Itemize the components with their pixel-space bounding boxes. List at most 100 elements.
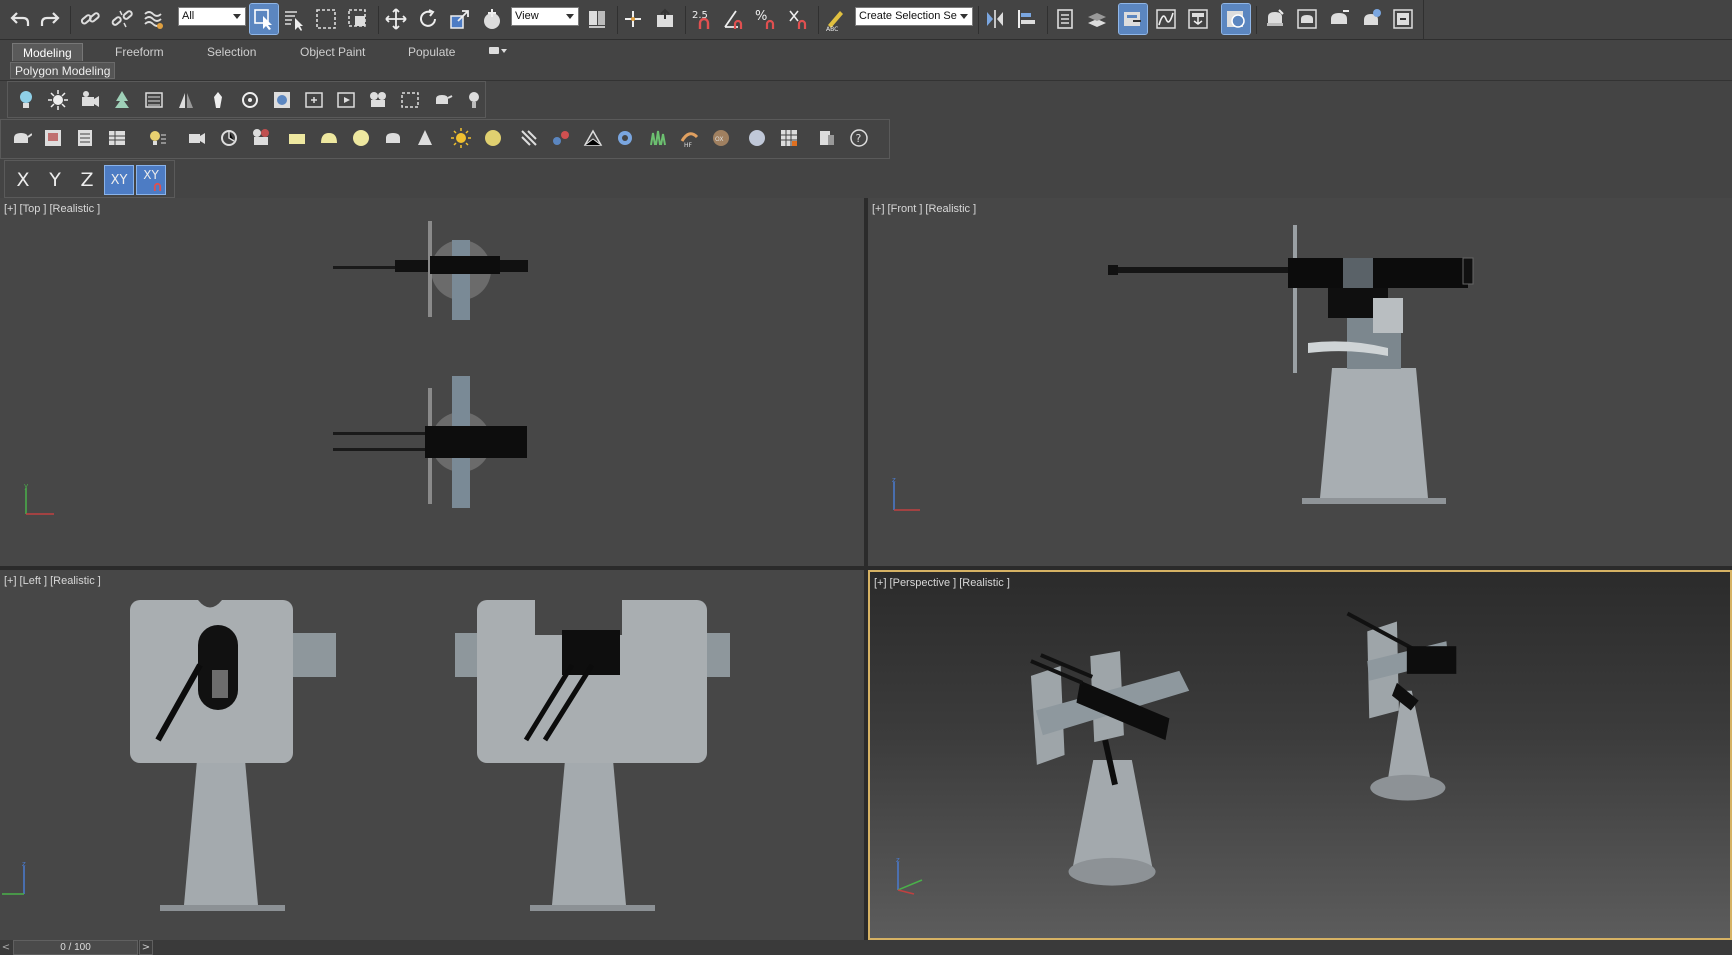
frame-icon[interactable] [300, 86, 328, 114]
film-camera-icon[interactable] [364, 86, 392, 114]
list-icon[interactable] [140, 86, 168, 114]
molecule-icon[interactable] [547, 124, 575, 152]
time-prev-button[interactable]: < [0, 940, 12, 955]
move-icon[interactable] [382, 4, 410, 34]
spinning-icon[interactable] [215, 124, 243, 152]
schematic-view-icon[interactable] [1184, 4, 1212, 34]
viewport-top[interactable]: [+] [Top ] [Realistic ] y [0, 198, 864, 566]
rendered-frame-icon[interactable] [1293, 4, 1321, 34]
light-helper-icon[interactable] [460, 86, 488, 114]
sphere-icon[interactable] [347, 124, 375, 152]
playblast-icon[interactable] [332, 86, 360, 114]
constrain-z-button[interactable]: Z [72, 165, 102, 195]
ribbon-options-icon[interactable] [487, 44, 509, 58]
viewport-front[interactable]: [+] [Front ] [Realistic ] z [868, 198, 1732, 566]
tab-populate[interactable]: Populate [398, 43, 465, 61]
reference-coord-dropdown[interactable]: View [511, 7, 579, 26]
render-setup-icon[interactable] [1261, 4, 1289, 34]
properties-icon[interactable] [813, 124, 841, 152]
camera-sequencer-icon[interactable] [183, 124, 211, 152]
mirror-icon[interactable] [981, 4, 1009, 34]
ribbon-panel-polygon-modeling[interactable]: Polygon Modeling [10, 62, 116, 79]
checker-icon[interactable] [775, 124, 803, 152]
pivot-icon[interactable] [583, 4, 611, 34]
align-icon[interactable] [1013, 4, 1041, 34]
teapot-helper-icon[interactable] [428, 86, 456, 114]
sunlight-icon[interactable] [447, 124, 475, 152]
window-crossing-icon[interactable] [344, 4, 372, 34]
material-sphere-icon[interactable] [743, 124, 771, 152]
teapot-icon[interactable] [7, 124, 35, 152]
manipulate-icon[interactable] [619, 4, 647, 34]
particles-icon[interactable] [515, 124, 543, 152]
mirror-helper-icon[interactable] [172, 86, 200, 114]
skylight-icon[interactable] [479, 124, 507, 152]
red-camera-icon[interactable] [247, 124, 275, 152]
select-by-name-icon[interactable] [280, 4, 308, 34]
axis-gizmo-icon: z [896, 856, 923, 895]
table-icon[interactable] [103, 124, 131, 152]
tab-freeform[interactable]: Freeform [105, 43, 174, 61]
cloth-icon[interactable]: OX [707, 124, 735, 152]
angle-snap-icon[interactable] [720, 4, 748, 34]
selection-filter-dropdown[interactable]: All [178, 7, 246, 26]
percent-snap-icon[interactable]: % [752, 4, 780, 34]
scale-icon[interactable] [446, 4, 474, 34]
tab-object-paint[interactable]: Object Paint [290, 43, 375, 61]
rect-selection-icon[interactable] [312, 4, 340, 34]
constrain-x-button[interactable]: X [8, 165, 38, 195]
prism-icon[interactable] [579, 124, 607, 152]
viewport-perspective[interactable]: [+] [Perspective ] [Realistic ] z [868, 570, 1732, 940]
light-bulb-icon[interactable] [12, 86, 40, 114]
gear-icon[interactable] [611, 124, 639, 152]
redo-icon[interactable] [36, 4, 64, 34]
foliage-icon[interactable] [108, 86, 136, 114]
help-icon[interactable]: ? [845, 124, 873, 152]
toggle-ribbon-icon[interactable] [1083, 4, 1111, 34]
render-frame-icon[interactable] [39, 124, 67, 152]
unlink-icon[interactable] [108, 4, 136, 34]
hair-fur-icon[interactable]: HF [675, 124, 703, 152]
scene-explorer-icon[interactable] [1118, 3, 1148, 35]
edit-named-selection-icon[interactable]: ABC [822, 4, 850, 34]
viewport-left[interactable]: [+] [Left ] [Realistic ] z [0, 570, 864, 940]
rotate-icon[interactable] [414, 4, 442, 34]
render-icon[interactable] [1325, 4, 1353, 34]
grass-icon[interactable] [643, 124, 671, 152]
time-slider[interactable]: 0 / 100 [13, 940, 138, 955]
select-object-icon[interactable] [249, 3, 279, 35]
tab-selection[interactable]: Selection [197, 43, 266, 61]
tab-modeling[interactable]: Modeling [12, 43, 83, 61]
link-icon[interactable] [76, 4, 104, 34]
snap-icon[interactable]: 2.5 [688, 4, 716, 34]
layer-explorer-icon[interactable] [1051, 4, 1079, 34]
bone-icon[interactable] [204, 86, 232, 114]
sun-light-icon[interactable] [44, 86, 72, 114]
render-cloud-icon[interactable] [1357, 4, 1385, 34]
layer-manager-icon[interactable] [71, 124, 99, 152]
perspective-view-scene [1030, 611, 1457, 886]
plane-icon[interactable] [283, 124, 311, 152]
placement-icon[interactable] [478, 4, 506, 34]
render-iterative-icon[interactable] [1389, 4, 1417, 34]
camera-icon[interactable] [76, 86, 104, 114]
teapot-object-icon[interactable] [379, 124, 407, 152]
keyboard-shortcut-override-icon[interactable] [651, 4, 679, 34]
cone-icon[interactable] [411, 124, 439, 152]
time-next-button[interactable]: > [139, 940, 153, 955]
named-selection-dropdown[interactable]: Create Selection Se [855, 7, 973, 26]
constrain-xy-snap-button[interactable]: XY [136, 165, 166, 195]
rotate-helper-icon[interactable] [236, 86, 264, 114]
spinner-snap-icon[interactable] [784, 4, 812, 34]
light-lister-icon[interactable] [143, 124, 171, 152]
undo-icon[interactable] [6, 4, 34, 34]
render-helper-icon[interactable] [268, 86, 296, 114]
curve-editor-icon[interactable] [1152, 4, 1180, 34]
constrain-y-button[interactable]: Y [40, 165, 70, 195]
material-editor-icon[interactable] [1221, 3, 1251, 35]
bind-space-warp-icon[interactable] [140, 4, 168, 34]
constrain-xy-button[interactable]: XY [104, 165, 134, 195]
safe-frame-icon[interactable] [396, 86, 424, 114]
axis-constraints-toolbar: X Y Z XY XY [4, 160, 175, 198]
hemisphere-icon[interactable] [315, 124, 343, 152]
